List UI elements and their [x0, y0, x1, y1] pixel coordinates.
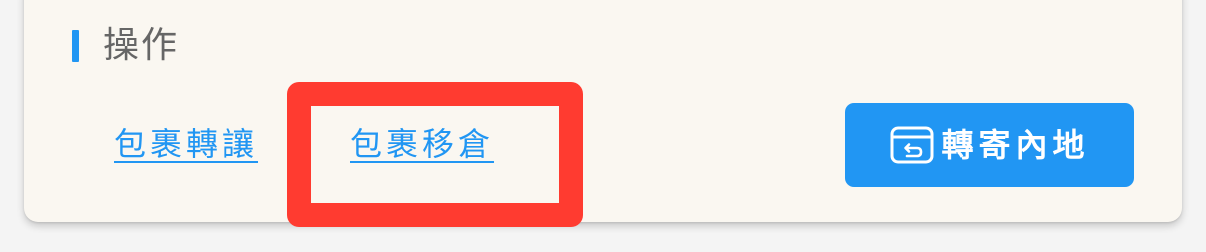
section-header: 操作	[72, 26, 179, 66]
return-box-icon	[889, 125, 937, 165]
section-accent-bar	[72, 30, 79, 62]
package-transfer-link[interactable]: 包裹轉讓	[114, 124, 258, 164]
forward-button-label: 轉寄內地	[941, 126, 1090, 164]
package-move-warehouse-link[interactable]: 包裹移倉	[350, 124, 494, 164]
forward-to-mainland-button[interactable]: 轉寄內地	[845, 103, 1134, 187]
section-title: 操作	[103, 25, 180, 66]
